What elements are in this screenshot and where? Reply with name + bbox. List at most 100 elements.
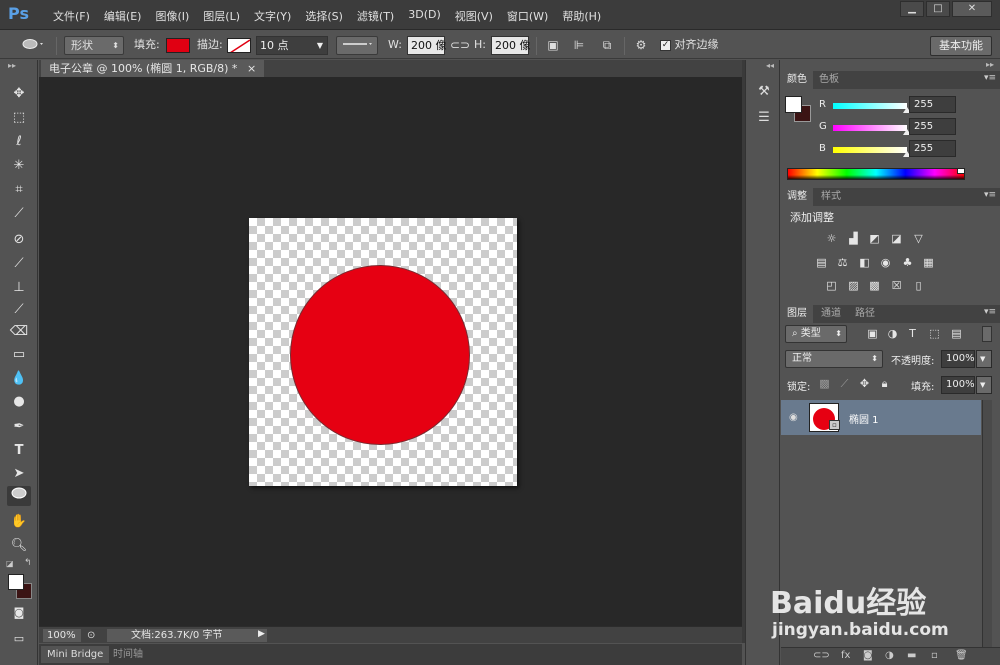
red-value-input[interactable]: 255 <box>909 96 956 113</box>
green-channel-slider[interactable] <box>833 125 907 131</box>
tab-paths[interactable]: 路径 <box>849 305 881 323</box>
mode-select[interactable]: 形状 ⬍ <box>64 36 124 55</box>
threshold-adjust-icon[interactable]: ▩ <box>867 279 882 293</box>
fill-color-swatch[interactable] <box>166 38 190 53</box>
hue-saturation-adjust-icon[interactable]: ▤ <box>814 256 829 270</box>
levels-adjust-icon[interactable]: ▟ <box>846 232 861 246</box>
blue-channel-slider[interactable] <box>833 147 907 153</box>
history-brush-tool-icon[interactable]: ⟋ <box>7 300 31 320</box>
width-input[interactable]: 200 像 <box>407 36 447 55</box>
gear-icon[interactable]: ⚙ <box>632 37 650 53</box>
new-layer-icon[interactable]: ▫ <box>931 650 938 661</box>
vibrance-adjust-icon[interactable]: ▽ <box>911 232 926 246</box>
menu-image[interactable]: 图像(I) <box>148 8 196 24</box>
lock-all-icon[interactable]: 🔒︎ <box>877 377 892 391</box>
layer-row[interactable]: ◉ ▫ 椭圆 1 <box>781 400 981 435</box>
path-operations-icon[interactable]: ▣ <box>544 37 562 53</box>
menu-view[interactable]: 视图(V) <box>448 8 500 24</box>
fill-input[interactable]: 100% <box>941 376 975 394</box>
link-layers-icon[interactable]: ⊂⊃ <box>813 650 830 661</box>
panel-menu-icon[interactable]: ▾≡ <box>984 190 996 200</box>
color-balance-adjust-icon[interactable]: ⚖ <box>835 256 850 270</box>
opacity-input[interactable]: 100% <box>941 350 975 368</box>
blur-tool-icon[interactable]: 💧 <box>7 369 31 389</box>
swap-colors-icon[interactable]: ↰ <box>24 558 32 568</box>
close-button[interactable]: ✕ <box>952 1 992 17</box>
brush-tool-icon[interactable]: ⟋ <box>7 254 31 274</box>
color-spectrum-bar[interactable] <box>787 168 965 180</box>
minimize-button[interactable]: ▁ <box>900 1 924 17</box>
panel-menu-icon[interactable]: ▾≡ <box>984 307 996 317</box>
invert-adjust-icon[interactable]: ◰ <box>824 279 839 293</box>
spectrum-white-chip[interactable] <box>957 168 965 174</box>
photo-filter-adjust-icon[interactable]: ◉ <box>878 256 893 270</box>
type-tool-icon[interactable]: T <box>7 441 31 461</box>
hand-tool-icon[interactable]: ✋ <box>7 512 31 532</box>
filter-shape-icon[interactable]: ⬚ <box>927 327 942 341</box>
quick-mask-icon[interactable]: ◙ <box>7 603 31 623</box>
color-panel-foreground-swatch[interactable] <box>785 96 802 113</box>
crop-tool-icon[interactable]: ⌗ <box>7 180 31 200</box>
curves-adjust-icon[interactable]: ◩ <box>867 232 882 246</box>
transparent-artboard[interactable] <box>249 218 517 486</box>
filter-adjustment-icon[interactable]: ◑ <box>885 327 900 341</box>
eyedropper-tool-icon[interactable]: ⟋ <box>7 204 31 224</box>
link-icon[interactable]: ⊂⊃ <box>450 37 470 53</box>
magic-wand-tool-icon[interactable]: ✳ <box>7 156 31 176</box>
filter-type-icon[interactable]: T <box>905 327 920 341</box>
channel-mixer-adjust-icon[interactable]: ♣ <box>900 256 915 270</box>
panel-menu-icon[interactable]: ▾≡ <box>984 73 996 83</box>
tab-layers[interactable]: 图层 <box>781 305 813 323</box>
opacity-dropdown-icon[interactable]: ▼ <box>976 350 992 368</box>
tab-adjustments[interactable]: 调整 <box>781 188 813 206</box>
tab-color[interactable]: 颜色 <box>781 71 813 89</box>
menu-help[interactable]: 帮助(H) <box>555 8 608 24</box>
menu-edit[interactable]: 编辑(E) <box>97 8 149 24</box>
layer-filter-select[interactable]: ⌕ 类型 ⬍ <box>785 325 847 343</box>
tab-mini-bridge[interactable]: Mini Bridge <box>41 646 110 663</box>
tool-presets-icon[interactable]: ⚒ <box>754 82 774 102</box>
menu-window[interactable]: 窗口(W) <box>500 8 555 24</box>
healing-brush-tool-icon[interactable]: ⊘ <box>7 230 31 250</box>
layer-style-icon[interactable]: fx <box>841 650 850 661</box>
stroke-width-field[interactable]: 10 点 ▼ <box>256 36 328 55</box>
tab-timeline[interactable]: 时间轴 <box>107 646 149 663</box>
filter-smart-object-icon[interactable]: ▤ <box>949 327 964 341</box>
menu-file[interactable]: 文件(F) <box>46 8 97 24</box>
foreground-color-swatch[interactable] <box>8 574 24 590</box>
black-white-adjust-icon[interactable]: ◧ <box>857 256 872 270</box>
workspace-button[interactable]: 基本功能 <box>930 36 992 56</box>
tab-styles[interactable]: 样式 <box>815 188 847 206</box>
green-value-input[interactable]: 255 <box>909 118 956 135</box>
path-selection-tool-icon[interactable]: ➤ <box>7 464 31 484</box>
lock-image-icon[interactable]: ⟋ <box>837 377 852 391</box>
ellipse-tool-preset-icon[interactable] <box>20 37 46 53</box>
lasso-tool-icon[interactable]: ℓ <box>7 132 31 152</box>
exposure-adjust-icon[interactable]: ◪ <box>889 232 904 246</box>
height-input[interactable]: 200 像 <box>491 36 531 55</box>
align-edges-checkbox[interactable]: ✓ 对齐边缘 <box>660 35 719 55</box>
stamp-tool-icon[interactable]: ⊥ <box>7 278 31 298</box>
document-tab[interactable]: 电子公章 @ 100% (椭圆 1, RGB/8) * × <box>41 60 265 77</box>
document-canvas[interactable] <box>39 77 742 626</box>
screen-mode-icon[interactable]: ▭ <box>7 629 31 649</box>
brush-settings-icon[interactable]: ☰ <box>754 108 774 128</box>
dodge-tool-icon[interactable]: ● <box>7 392 31 412</box>
selective-color-adjust-icon[interactable]: ☒ <box>889 279 904 293</box>
move-tool-icon[interactable]: ✥ <box>7 84 31 104</box>
zoom-level[interactable]: 100% <box>43 629 81 642</box>
layer-name[interactable]: 椭圆 1 <box>849 411 879 426</box>
pen-tool-icon[interactable]: ✒ <box>7 417 31 437</box>
close-tab-icon[interactable]: × <box>247 62 256 75</box>
trash-icon[interactable]: 🗑︎ <box>955 650 968 661</box>
fill-dropdown-icon[interactable]: ▼ <box>976 376 992 394</box>
add-mask-icon[interactable]: ◙ <box>863 650 873 661</box>
collapse-arrows-icon[interactable]: ▸▸ <box>8 61 16 70</box>
gradient-map-adjust-icon[interactable]: ▯ <box>911 279 926 293</box>
ellipse-tool-icon[interactable] <box>7 486 31 506</box>
eye-icon[interactable]: ◉ <box>789 412 798 423</box>
default-colors-icon[interactable]: ◪ <box>6 559 14 568</box>
color-lookup-adjust-icon[interactable]: ▦ <box>921 256 936 270</box>
layers-scrollbar[interactable] <box>982 400 992 648</box>
status-menu-arrow-icon[interactable]: ▶ <box>258 629 265 639</box>
